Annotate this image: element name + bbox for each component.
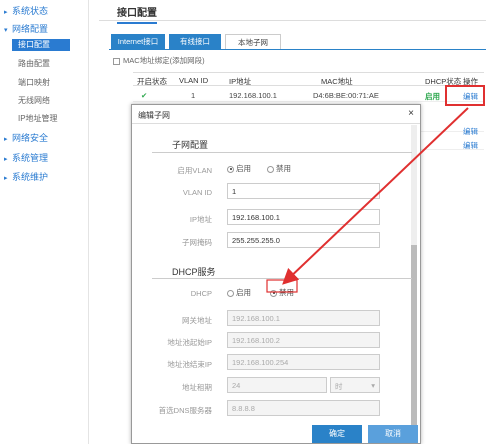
vlan-off-radio[interactable]: 禁用 [267, 163, 291, 174]
mac-bind-option[interactable]: MAC地址绑定(添加网段) [113, 55, 205, 66]
collapse-arrow-icon: ▾ [4, 27, 8, 34]
lease-input[interactable]: 24 [227, 377, 327, 393]
radio-selected-icon [227, 165, 234, 173]
tab-internet[interactable]: Internet接口 [111, 34, 165, 49]
col-mac: MAC地址 [321, 77, 353, 86]
pool-start-label: 地址池起始IP [167, 338, 212, 347]
dns-label: 首选DNS服务器 [158, 406, 212, 415]
sidebar-item-ip-management[interactable]: IP地址管理 [18, 113, 58, 124]
close-icon[interactable]: × [408, 108, 414, 119]
gateway-label: 网关地址 [182, 316, 212, 325]
section-subnet-config: 子网配置 [172, 140, 209, 150]
mask-label: 子网掩码 [182, 238, 212, 247]
expand-arrow-icon: ▸ [4, 156, 8, 163]
divider [99, 20, 486, 21]
lease-unit-label: 时 [335, 382, 343, 391]
vlan-id-label: VLAN ID [182, 188, 212, 197]
nav-label: 系统维护 [12, 172, 49, 182]
nav-system-status[interactable]: ▸ 系统状态 [4, 4, 48, 17]
table-row: ✔ 1 192.168.100.1 D4:6B:BE:00:71:AE 启用 编… [133, 88, 484, 102]
option-label: 禁用 [276, 164, 291, 173]
pool-end-input[interactable]: 192.168.100.254 [227, 354, 380, 370]
dhcp-label: DHCP [190, 289, 212, 298]
radio-icon [227, 289, 234, 297]
nav-label: 系统管理 [12, 153, 49, 163]
lease-unit-select[interactable]: 时 ▾ [330, 377, 380, 393]
ip-label: IP地址 [189, 215, 212, 224]
edit-link[interactable]: 编辑 [463, 140, 478, 151]
ip-cell: 192.168.100.1 [229, 91, 277, 100]
sidebar-item-interface-config[interactable]: 接口配置 [12, 39, 70, 51]
nav-network-config[interactable]: ▾ 网络配置 [4, 22, 48, 35]
edit-subnet-dialog: 编辑子网 × 子网配置 启用VLAN 启用 禁用 VLAN ID 1 IP地址 … [131, 104, 421, 444]
tab-wired[interactable]: 有线接口 [169, 34, 221, 49]
divider [109, 49, 486, 50]
dns-input[interactable]: 8.8.8.8 [227, 400, 380, 416]
radio-icon [267, 165, 274, 173]
chevron-down-icon: ▾ [371, 381, 375, 390]
dhcp-on-radio[interactable]: 启用 [227, 287, 251, 298]
mask-input[interactable]: 255.255.255.0 [227, 232, 380, 248]
lease-label: 地址租期 [182, 383, 212, 392]
col-status: 开启状态 [137, 77, 167, 86]
highlight-box [445, 85, 485, 106]
dialog-title: 编辑子网 [138, 111, 170, 120]
mac-cell: D4:6B:BE:00:71:AE [313, 91, 379, 100]
tab-local-subnet[interactable]: 本地子网 [225, 34, 281, 49]
nav-network-security[interactable]: ▸ 网络安全 [4, 131, 48, 144]
radio-selected-icon [270, 289, 277, 297]
col-vlan: VLAN ID [179, 76, 209, 85]
sidebar: ▸ 系统状态 ▾ 网络配置 接口配置 路由配置 端口映射 无线网络 IP地址管理 ▸… [0, 0, 88, 444]
nav-system-management[interactable]: ▸ 系统管理 [4, 151, 48, 164]
vlan-id-input[interactable]: 1 [227, 183, 380, 199]
section-dhcp: DHCP服务 [172, 267, 216, 277]
nav-label: 网络安全 [12, 133, 49, 143]
status-check-icon: ✔ [141, 91, 148, 100]
cancel-button[interactable]: 取消 [368, 425, 418, 443]
enable-vlan-label: 启用VLAN [177, 166, 212, 175]
vlan-cell: 1 [191, 91, 196, 100]
sidebar-item-routing[interactable]: 路由配置 [18, 58, 50, 69]
dhcp-cell: 启用 [425, 92, 440, 101]
checkbox[interactable] [113, 57, 120, 65]
confirm-button[interactable]: 确定 [312, 425, 362, 443]
sidebar-item-port-mapping[interactable]: 端口映射 [18, 77, 50, 88]
nav-system-maintenance[interactable]: ▸ 系统维护 [4, 170, 48, 183]
expand-arrow-icon: ▸ [4, 9, 8, 16]
gateway-input[interactable]: 192.168.100.1 [227, 310, 380, 326]
scrollbar-thumb[interactable] [411, 245, 417, 435]
pool-start-input[interactable]: 192.168.100.2 [227, 332, 380, 348]
vlan-on-radio[interactable]: 启用 [227, 163, 251, 174]
col-ip: IP地址 [229, 77, 252, 86]
nav-label: 网络配置 [12, 24, 49, 34]
expand-arrow-icon: ▸ [4, 136, 8, 143]
page-title: 接口配置 [117, 4, 157, 24]
ip-input[interactable]: 192.168.100.1 [227, 209, 380, 225]
mac-bind-label: MAC地址绑定(添加网段) [123, 56, 205, 65]
expand-arrow-icon: ▸ [4, 175, 8, 182]
divider [152, 278, 412, 279]
option-label: 禁用 [279, 288, 294, 297]
pool-end-label: 地址池结束IP [167, 360, 212, 369]
sidebar-item-wireless[interactable]: 无线网络 [18, 95, 50, 106]
divider [132, 123, 420, 124]
nav-label: 系统状态 [12, 6, 49, 16]
table-header: 开启状态 VLAN ID IP地址 MAC地址 DHCP状态 操作 [133, 72, 484, 86]
divider [152, 152, 412, 153]
option-label: 启用 [236, 288, 251, 297]
dhcp-off-radio[interactable]: 禁用 [270, 287, 294, 298]
option-label: 启用 [236, 164, 251, 173]
